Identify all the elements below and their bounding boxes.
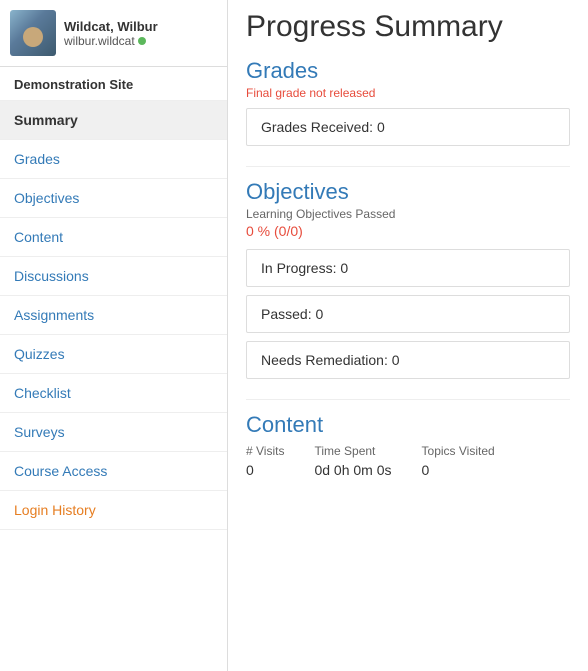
content-section: Content # Visits 0 Time Spent 0d 0h 0m 0…: [246, 412, 570, 478]
topics-visited-value: 0: [422, 462, 495, 478]
divider-1: [246, 166, 570, 167]
visits-stat: # Visits 0: [246, 444, 284, 478]
grades-received-box: Grades Received: 0: [246, 108, 570, 146]
user-name: Wildcat, Wilbur: [64, 19, 158, 34]
sidebar-item-summary[interactable]: Summary: [0, 101, 227, 140]
time-spent-label: Time Spent: [314, 444, 391, 458]
sidebar-item-course-access[interactable]: Course Access: [0, 452, 227, 491]
sidebar-item-discussions[interactable]: Discussions: [0, 257, 227, 296]
sidebar-item-assignments[interactable]: Assignments: [0, 296, 227, 335]
objectives-percent-value: 0 %: [246, 223, 270, 239]
sidebar-item-login-history[interactable]: Login History: [0, 491, 227, 530]
passed-box: Passed: 0: [246, 295, 570, 333]
time-spent-stat: Time Spent 0d 0h 0m 0s: [314, 444, 391, 478]
user-info: Wildcat, Wilbur wilbur.wildcat: [64, 19, 158, 48]
visits-label: # Visits: [246, 444, 284, 458]
content-section-title: Content: [246, 412, 570, 438]
sidebar-item-objectives[interactable]: Objectives: [0, 179, 227, 218]
grades-subtitle: Final grade not released: [246, 86, 570, 100]
topics-visited-label: Topics Visited: [422, 444, 495, 458]
objectives-subtitle: Learning Objectives Passed: [246, 207, 570, 221]
user-login-text: wilbur.wildcat: [64, 34, 135, 48]
objectives-percent: 0 % (0/0): [246, 223, 570, 239]
visits-value: 0: [246, 462, 284, 478]
site-label: Demonstration Site: [0, 67, 227, 101]
main-content: Progress Summary Grades Final grade not …: [228, 0, 588, 671]
user-profile: Wildcat, Wilbur wilbur.wildcat: [0, 0, 227, 67]
time-spent-value: 0d 0h 0m 0s: [314, 462, 391, 478]
sidebar-item-quizzes[interactable]: Quizzes: [0, 335, 227, 374]
in-progress-box: In Progress: 0: [246, 249, 570, 287]
objectives-section: Objectives Learning Objectives Passed 0 …: [246, 179, 570, 379]
sidebar-item-surveys[interactable]: Surveys: [0, 413, 227, 452]
sidebar-item-content[interactable]: Content: [0, 218, 227, 257]
divider-2: [246, 399, 570, 400]
user-login: wilbur.wildcat: [64, 34, 158, 48]
online-indicator: [138, 37, 146, 45]
needs-remediation-box: Needs Remediation: 0: [246, 341, 570, 379]
avatar: [10, 10, 56, 56]
grades-section: Grades Final grade not released Grades R…: [246, 58, 570, 146]
content-stats: # Visits 0 Time Spent 0d 0h 0m 0s Topics…: [246, 444, 570, 478]
sidebar-item-grades[interactable]: Grades: [0, 140, 227, 179]
sidebar-item-checklist[interactable]: Checklist: [0, 374, 227, 413]
objectives-fraction: (0/0): [274, 223, 303, 239]
grades-section-title: Grades: [246, 58, 570, 84]
topics-visited-stat: Topics Visited 0: [422, 444, 495, 478]
objectives-section-title: Objectives: [246, 179, 570, 205]
sidebar: Wildcat, Wilbur wilbur.wildcat Demonstra…: [0, 0, 228, 671]
page-title: Progress Summary: [246, 10, 570, 44]
